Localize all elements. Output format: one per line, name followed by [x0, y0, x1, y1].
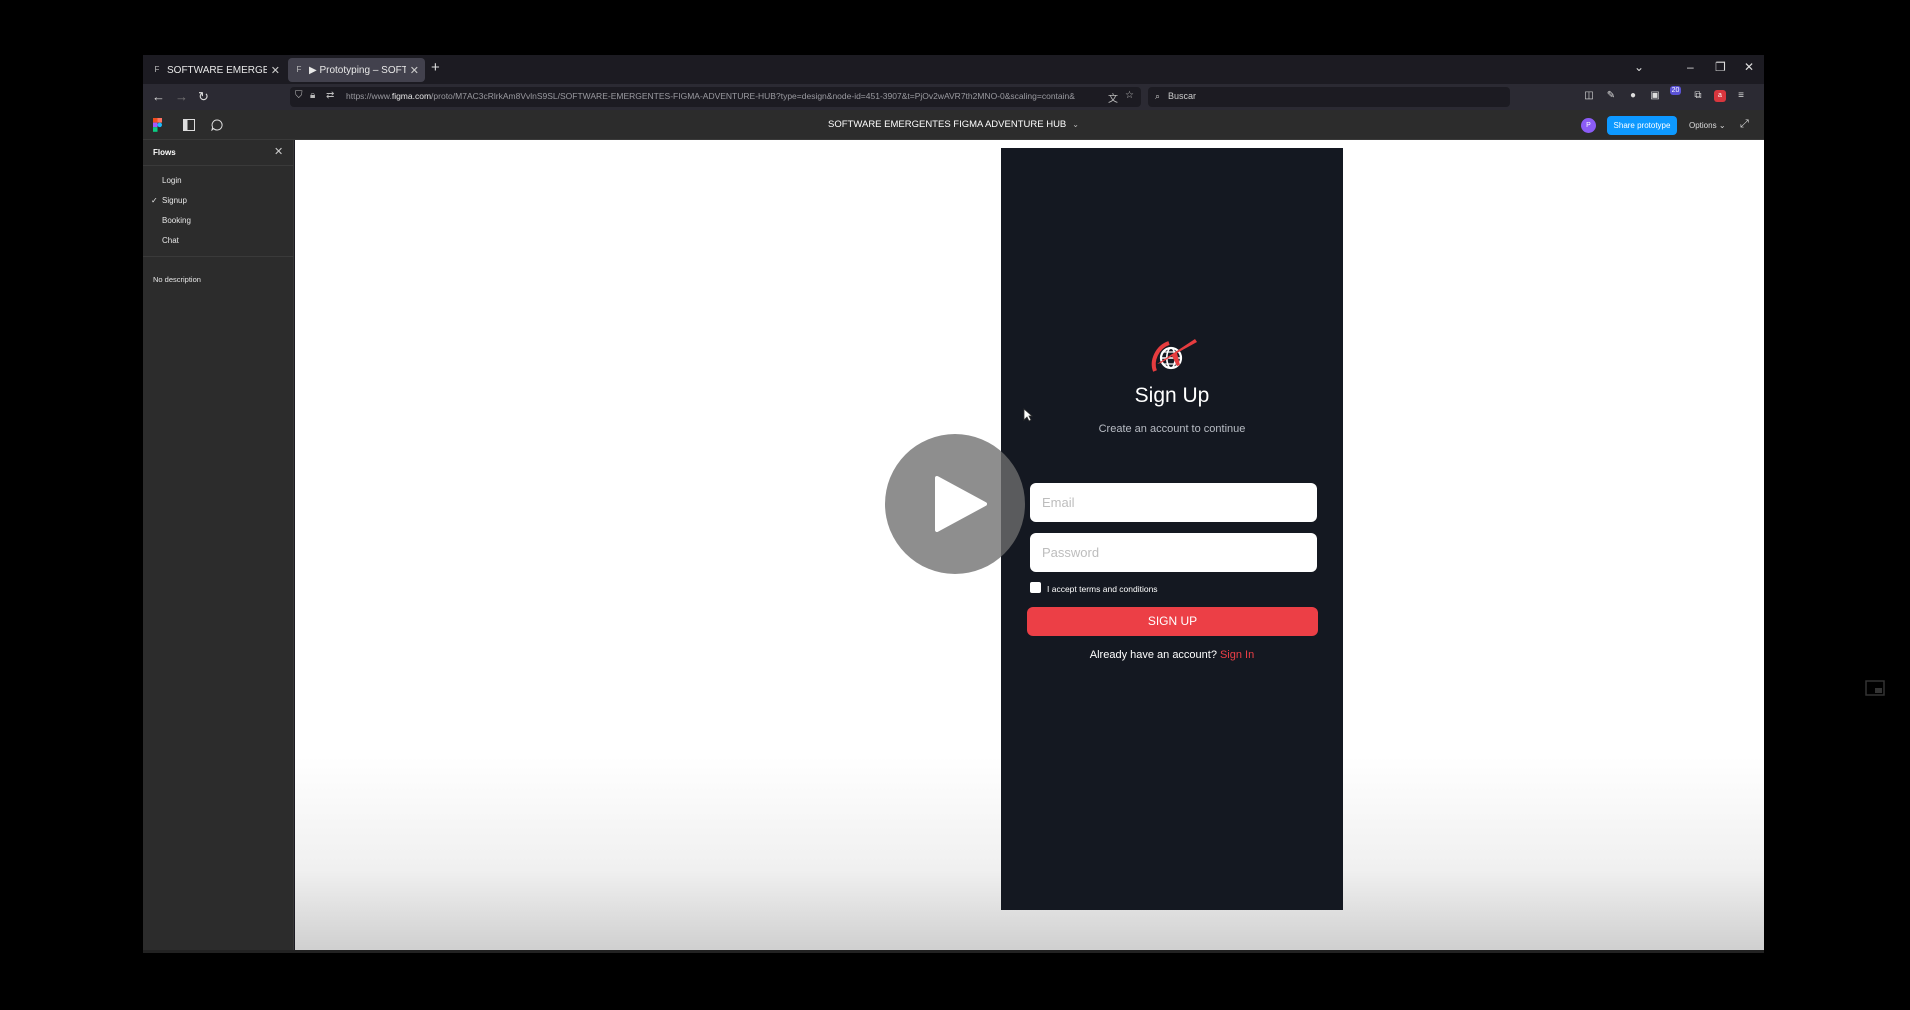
- forward-icon[interactable]: →: [175, 88, 188, 106]
- globe-plane-logo-icon: [1151, 339, 1197, 372]
- menu-icon[interactable]: ≡: [1735, 90, 1747, 102]
- signin-prompt: Already have an account? Sign In: [1089, 649, 1255, 661]
- figma-favicon-icon: F: [296, 65, 302, 74]
- extension-icon[interactable]: a: [1714, 90, 1726, 102]
- password-placeholder: Password: [1042, 545, 1100, 560]
- extension-icon[interactable]: ▣: [1649, 90, 1661, 102]
- shield-icon[interactable]: ⛉: [295, 90, 303, 101]
- tab-list-chevron-icon[interactable]: ⌄: [1634, 60, 1644, 74]
- tab-figma-file[interactable]: F SOFTWARE EMERGENTES FIGM ✕: [146, 58, 286, 82]
- divider: [143, 256, 294, 257]
- signup-frame[interactable]: Sign Up Create an account to continue Em…: [1001, 148, 1343, 910]
- signin-link[interactable]: Sign In: [1220, 649, 1254, 661]
- share-prototype-button[interactable]: Share prototype: [1607, 116, 1677, 135]
- tab-prototyping[interactable]: F ▶ Prototyping – SOFTWARE EM ✕: [288, 58, 425, 82]
- search-icon: ⌕: [1155, 91, 1161, 101]
- video-frame: F SOFTWARE EMERGENTES FIGM ✕ F ▶ Prototy…: [0, 0, 1910, 1010]
- tab-title: ▶ Prototyping – SOFTWARE EM: [309, 64, 406, 76]
- play-icon: [935, 476, 987, 532]
- chevron-down-icon: ⌄: [1718, 121, 1726, 130]
- flow-item-booking[interactable]: Booking: [162, 216, 191, 225]
- bookmark-star-icon[interactable]: ☆: [1125, 90, 1134, 101]
- navigation-bar: ← → ↻ ⛉ 🔒︎ ⇄ https://www.figma.com/proto…: [143, 84, 1764, 110]
- signup-button[interactable]: SIGN UP: [1027, 607, 1318, 636]
- play-button[interactable]: [885, 434, 1025, 574]
- reload-icon[interactable]: ↻: [198, 88, 209, 106]
- terms-checkbox[interactable]: [1030, 582, 1041, 593]
- back-icon[interactable]: ←: [152, 88, 165, 106]
- signup-subtitle: Create an account to continue: [1098, 423, 1246, 435]
- figma-prototype-toolbar: SOFTWARE EMERGENTES FIGMA ADVENTURE HUB ⌄…: [143, 110, 1764, 140]
- translate-icon[interactable]: 文: [1108, 90, 1118, 105]
- extension-icon[interactable]: ●: [1627, 90, 1639, 102]
- flow-item-chat[interactable]: Chat: [162, 236, 179, 245]
- chevron-down-icon: ⌄: [1072, 120, 1079, 129]
- prototype-canvas: Sign Up Create an account to continue Em…: [295, 140, 1764, 951]
- pocket-icon[interactable]: ◫: [1583, 90, 1595, 102]
- flow-item-login[interactable]: Login: [162, 176, 182, 185]
- check-icon: ✓: [151, 196, 158, 205]
- close-window-icon[interactable]: ✕: [1744, 60, 1754, 74]
- lock-icon[interactable]: 🔒︎: [310, 90, 315, 101]
- flows-panel: Flows ✕ Login ✓ Signup Booking Chat No d…: [143, 140, 294, 951]
- email-field[interactable]: Email: [1030, 483, 1317, 522]
- address-bar[interactable]: ⛉ 🔒︎ ⇄ https://www.figma.com/proto/M7AC3…: [290, 87, 1141, 107]
- new-tab-icon[interactable]: +: [431, 59, 440, 76]
- picture-in-picture-icon[interactable]: [1865, 680, 1885, 696]
- tools-icon[interactable]: ✎: [1605, 90, 1617, 102]
- url-text[interactable]: https://www.figma.com/proto/M7AC3cRlrkAm…: [346, 91, 1104, 101]
- minimize-icon[interactable]: –: [1687, 60, 1694, 74]
- close-tab-icon[interactable]: ✕: [271, 64, 280, 77]
- extension-badge[interactable]: 20: [1670, 86, 1681, 95]
- file-title[interactable]: SOFTWARE EMERGENTES FIGMA ADVENTURE HUB ⌄: [143, 119, 1764, 130]
- mouse-cursor-icon: [1023, 408, 1033, 422]
- email-placeholder: Email: [1042, 495, 1075, 510]
- avatar[interactable]: P: [1581, 118, 1596, 133]
- flow-description: No description: [153, 275, 201, 284]
- close-tab-icon[interactable]: ✕: [410, 64, 419, 77]
- password-field[interactable]: Password: [1030, 533, 1317, 572]
- search-bar[interactable]: ⌕ Buscar: [1148, 87, 1510, 107]
- options-dropdown[interactable]: Options ⌄: [1689, 121, 1726, 130]
- flows-heading: Flows: [153, 148, 176, 157]
- expand-icon[interactable]: ⤢: [1740, 118, 1749, 131]
- video-progress-strip[interactable]: [143, 950, 1764, 953]
- permissions-icon[interactable]: ⇄: [326, 90, 334, 101]
- puzzle-icon[interactable]: ⧉: [1692, 90, 1704, 102]
- search-placeholder: Buscar: [1168, 91, 1197, 101]
- terms-label[interactable]: I accept terms and conditions: [1047, 584, 1158, 594]
- flow-item-signup[interactable]: Signup: [162, 196, 187, 205]
- divider: [143, 165, 294, 166]
- figma-favicon-icon: F: [154, 65, 160, 74]
- restore-icon[interactable]: ❐: [1715, 60, 1726, 74]
- tab-strip: F SOFTWARE EMERGENTES FIGM ✕ F ▶ Prototy…: [143, 55, 1764, 84]
- tab-title: SOFTWARE EMERGENTES FIGM: [167, 64, 267, 76]
- close-icon[interactable]: ✕: [274, 145, 283, 158]
- signup-title: Sign Up: [1134, 384, 1210, 407]
